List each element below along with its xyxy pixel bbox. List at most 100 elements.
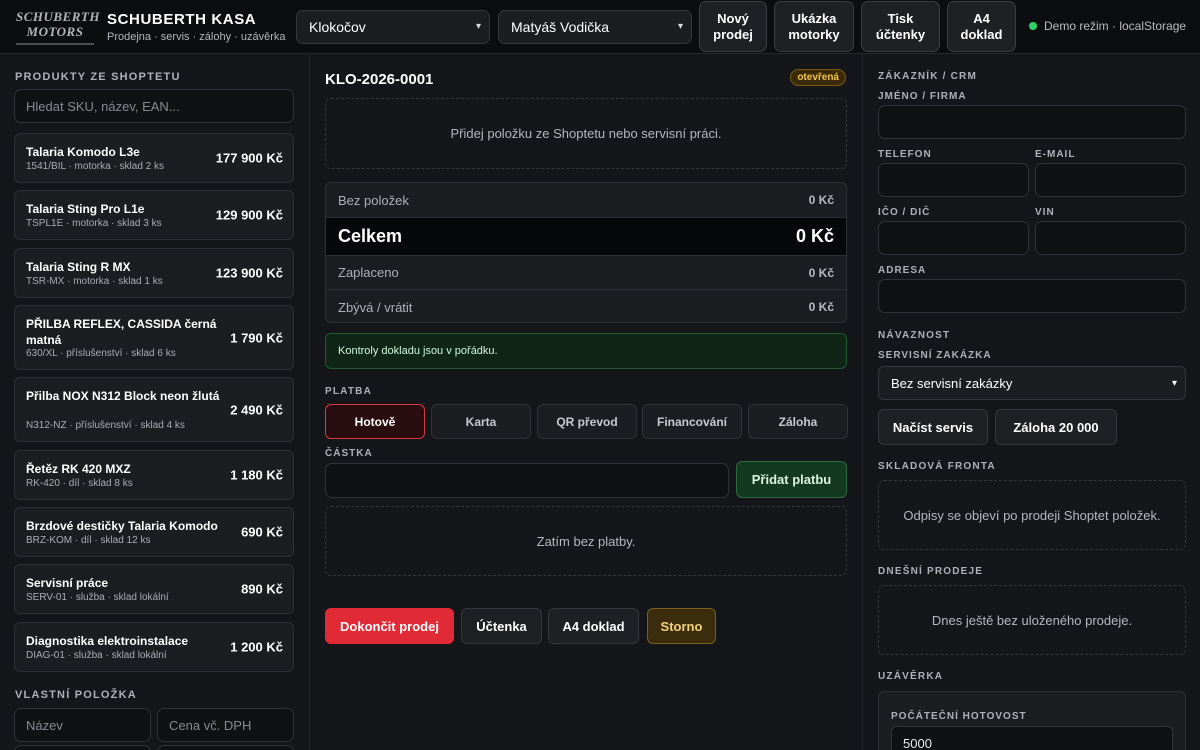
brand-block: SCHUBERTH KASA Prodejna · servis · záloh… [107,11,286,43]
a4-document-button[interactable]: A4 doklad [548,608,639,644]
address-label: ADRESA [878,265,927,276]
custom-item-price-input[interactable]: Cena vč. DPH [157,708,294,742]
product-name: Brzdové destičky Talaria Komodo [26,519,218,533]
print-receipt-button[interactable]: Tisk účtenky [861,1,940,52]
new-sale-button[interactable]: Nový prodej [699,1,767,52]
product-name: Talaria Sting Pro L1e [26,202,145,216]
product-price: 890 Kč [241,581,283,597]
custom-item-section-title: VLASTNÍ POLOŽKA [15,689,137,701]
product-card[interactable]: Talaria Sting Pro L1e TSPL1E · motorka · … [14,190,294,240]
payment-section-title: PLATBA [325,386,373,397]
custom-item-extra-input[interactable] [157,745,294,750]
product-name: Přilba NOX N312 Block neon žlutá [26,389,220,403]
ico-input[interactable] [878,221,1029,255]
custom-item-extra-input[interactable] [14,745,151,750]
custom-item-name-input[interactable]: Název [14,708,151,742]
product-meta: DIAG-01 · služba · sklad lokální [26,650,167,661]
deposit-button[interactable]: Záloha 20 000 [995,409,1117,445]
service-order-label: SERVISNÍ ZAKÁZKA [878,350,992,361]
linking-section-title: NÁVAZNOST [878,330,951,341]
closing-section-title: UZÁVĚRKA [878,671,944,682]
summary-row-total: Celkem 0 Kč [326,217,846,255]
app-subtitle: Prodejna · servis · zálohy · uzávěrka [107,31,286,43]
summary-row-paid: Zaplaceno 0 Kč [326,255,846,289]
payments-empty: Zatím bez platby. [325,506,847,576]
product-name: Řetěz RK 420 MXZ [26,462,131,476]
address-input[interactable] [878,279,1186,313]
name-label: JMÉNO / FIRMA [878,91,967,102]
closing-card: POČÁTEČNÍ HOTOVOST 5000 [878,691,1186,750]
product-card[interactable]: Brzdové destičky Talaria Komodo BRZ-KOM ·… [14,507,294,557]
opening-cash-label: POČÁTEČNÍ HOTOVOST [891,711,1027,722]
load-service-button[interactable]: Načíst servis [878,409,988,445]
product-meta: TSPL1E · motorka · sklad 3 ks [26,218,162,229]
add-payment-button[interactable]: Přidat platbu [736,461,847,498]
customer-name-input[interactable] [878,105,1186,139]
receipt-number: KLO-2026-0001 [325,71,434,88]
payment-method-button[interactable]: Hotově [325,404,425,439]
amount-label: ČÁSTKA [325,448,373,459]
vin-label: VIN [1035,207,1055,218]
product-price: 123 900 Kč [215,265,283,281]
customer-section-title: ZÁKAZNÍK / CRM [878,71,978,82]
receipt-button[interactable]: Účtenka [461,608,542,644]
product-card[interactable]: Přilba NOX N312 Block neon žlutá N312-NZ … [14,377,294,442]
product-price: 1 200 Kč [230,639,283,655]
product-price: 2 490 Kč [230,402,283,417]
receipt-summary: Bez položek 0 Kč Celkem 0 Kč Zaplaceno 0 Kč… [325,182,847,323]
demo-motorcycle-button[interactable]: Ukázka motorky [774,1,854,52]
product-card[interactable]: Servisní práce SERV-01 · služba · sklad l… [14,564,294,614]
service-order-select[interactable]: Bez servisní zakázky ▾ [878,366,1186,400]
payment-method-button[interactable]: Financování [642,404,742,439]
product-search-input[interactable]: Hledat SKU, název, EAN... [14,89,294,123]
receipt-items-empty: Přidej položku ze Shoptetu nebo servisní… [325,98,847,169]
product-name: Diagnostika elektroinstalace [26,634,189,648]
opening-cash-input[interactable]: 5000 [891,726,1173,750]
ico-label: IČO / DIČ [878,207,931,218]
a4-document-button[interactable]: A4 doklad [947,1,1016,52]
chevron-down-icon: ▾ [1171,377,1177,389]
brand-logo: SCHUBERTH MOTORS [16,9,99,45]
payment-method-button[interactable]: Karta [431,404,531,439]
customer-panel: ZÁKAZNÍK / CRM JMÉNO / FIRMA TELEFON E-M… [862,55,1200,750]
demo-mode-text: Demo režim · localStorage [1044,19,1187,33]
product-name: Talaria Sting R MX [26,260,131,274]
product-name: Talaria Komodo L3e [26,145,140,159]
vin-input[interactable] [1035,221,1186,255]
product-card[interactable]: Talaria Sting R MX TSR-MX · motorka · skl… [14,248,294,298]
summary-row-items: Bez položek 0 Kč [338,192,834,208]
status-badge: otevřená [790,69,846,86]
today-sales-title: DNEŠNÍ PRODEJE [878,566,984,577]
product-meta: 1541/BIL · motorka · sklad 2 ks [26,161,165,172]
today-sales-empty: Dnes ještě bez uloženého prodeje. [878,585,1186,655]
store-select[interactable]: Klokočov ▾ [296,10,490,44]
product-meta: SERV-01 · služba · sklad lokální [26,592,169,603]
payment-method-button[interactable]: QR převod [537,404,637,439]
cancel-button[interactable]: Storno [647,608,716,644]
app-header: SCHUBERTH MOTORS SCHUBERTH KASA Prodejna… [0,0,1200,54]
product-card[interactable]: Řetěz RK 420 MXZ RK-420 · díl · sklad 8 k… [14,450,294,500]
payment-method-button[interactable]: Záloha [748,404,848,439]
product-card[interactable]: Talaria Komodo L3e 1541/BIL · motorka · s… [14,133,294,183]
product-card[interactable]: Diagnostika elektroinstalace DIAG-01 · sl… [14,622,294,672]
product-name: Servisní práce [26,576,109,590]
finish-sale-button[interactable]: Dokončit prodej [325,608,454,644]
product-meta: BRZ-KOM · díl · sklad 12 ks [26,535,151,546]
email-input[interactable] [1035,163,1186,197]
product-meta: RK-420 · díl · sklad 8 ks [26,478,133,489]
payment-amount-input[interactable] [325,463,729,498]
email-label: E-MAIL [1035,149,1076,160]
product-price: 1 790 Kč [230,330,283,345]
product-meta: TSR-MX · motorka · sklad 1 ks [26,276,163,287]
phone-label: TELEFON [878,149,932,160]
stock-queue-empty: Odpisy se objeví po prodeji Shoptet polo… [878,480,1186,550]
seller-select[interactable]: Matyáš Vodička ▾ [498,10,692,44]
product-card[interactable]: PŘILBA REFLEX, CASSIDA černá matná 630/XL… [14,305,294,370]
product-price: 177 900 Kč [215,150,283,166]
receipt-panel: KLO-2026-0001 otevřená Přidej položku ze… [310,55,862,750]
product-meta: 630/XL · příslušenství · sklad 6 ks [26,348,176,359]
product-price: 129 900 Kč [215,207,283,223]
stock-queue-title: SKLADOVÁ FRONTA [878,461,996,472]
product-price: 1 180 Kč [230,467,283,483]
phone-input[interactable] [878,163,1029,197]
